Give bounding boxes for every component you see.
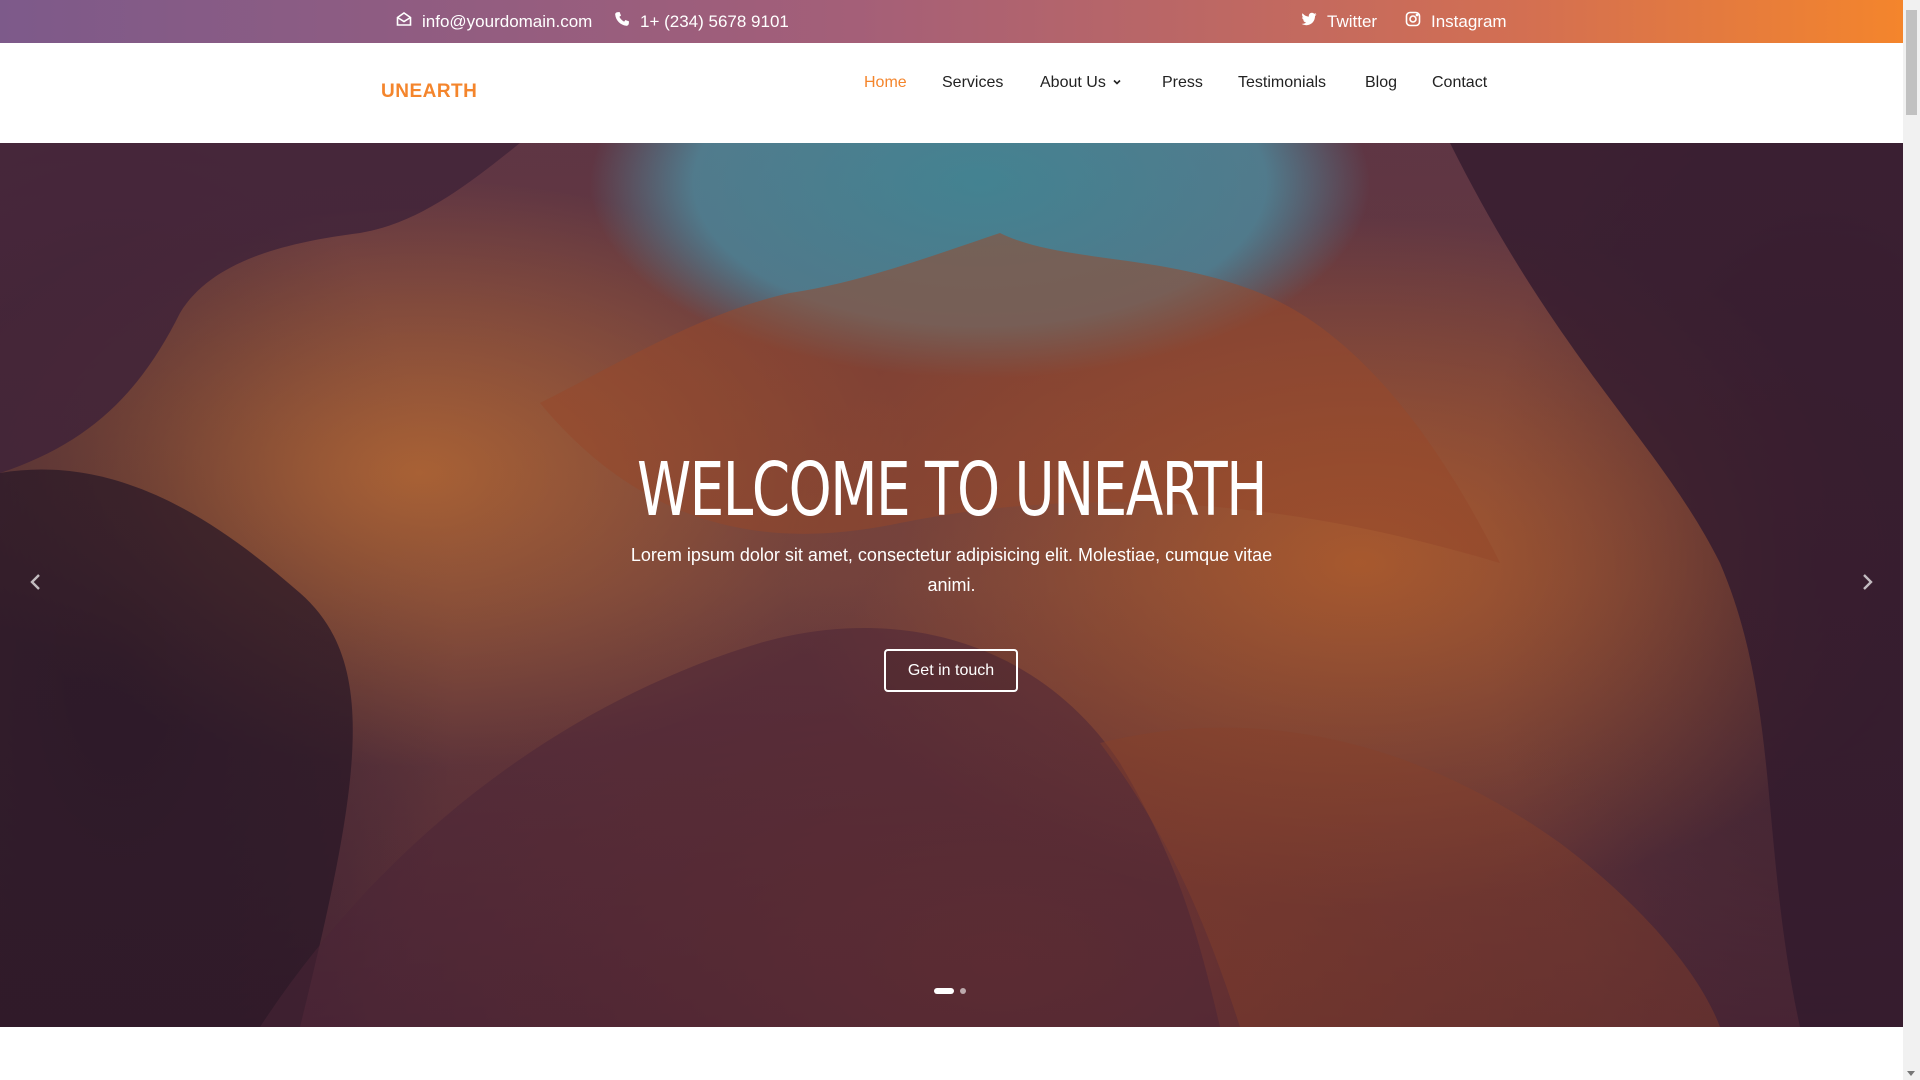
instagram-link[interactable]: Instagram [1405, 0, 1507, 43]
instagram-label: Instagram [1431, 11, 1507, 31]
twitter-icon [1301, 11, 1317, 32]
scroll-down-arrow-icon[interactable] [1907, 1071, 1915, 1076]
site-header: UNEARTH Home Services About Us Press Tes… [0, 43, 1903, 143]
chevron-left-icon [30, 574, 40, 590]
phone-icon [614, 11, 630, 32]
nav-press[interactable]: Press [1162, 74, 1203, 92]
nav-services[interactable]: Services [942, 74, 1003, 92]
slider-dot-1[interactable] [934, 988, 954, 994]
nav-testimonials[interactable]: Testimonials [1238, 74, 1326, 92]
email-text: info@yourdomain.com [422, 11, 593, 31]
top-bar: info@yourdomain.com 1+ (234) 5678 9101 T… [0, 0, 1903, 43]
nav-contact[interactable]: Contact [1432, 74, 1487, 92]
chevron-down-icon [1112, 74, 1122, 92]
nav-about-us-label: About Us [1040, 74, 1106, 91]
get-in-touch-button[interactable]: Get in touch [884, 649, 1018, 692]
site-logo[interactable]: UNEARTH [381, 81, 477, 103]
page-scrollbar[interactable] [1903, 0, 1920, 1080]
instagram-icon [1405, 11, 1421, 32]
slider-dot-2[interactable] [960, 988, 966, 994]
nav-blog[interactable]: Blog [1365, 74, 1397, 92]
slider-dots [934, 988, 966, 994]
hero-slider: WELCOME TO UNEARTH Lorem ipsum dolor sit… [0, 143, 1903, 1027]
scrollbar-thumb[interactable] [1906, 10, 1917, 115]
nav-about-us[interactable]: About Us [1040, 74, 1122, 92]
hero-subtitle: Lorem ipsum dolor sit amet, consectetur … [630, 545, 1273, 595]
slider-prev-arrow[interactable] [22, 568, 50, 596]
chevron-right-icon [1863, 574, 1873, 590]
phone-text: 1+ (234) 5678 9101 [640, 11, 789, 31]
nav-home[interactable]: Home [864, 74, 907, 92]
hero-title: WELCOME TO UNEARTH [637, 447, 1267, 533]
twitter-link[interactable]: Twitter [1301, 0, 1377, 43]
envelope-icon [396, 11, 412, 32]
slider-next-arrow[interactable] [1853, 568, 1881, 596]
contact-phone[interactable]: 1+ (234) 5678 9101 [614, 0, 789, 43]
twitter-label: Twitter [1327, 11, 1378, 31]
contact-email[interactable]: info@yourdomain.com [396, 0, 592, 43]
